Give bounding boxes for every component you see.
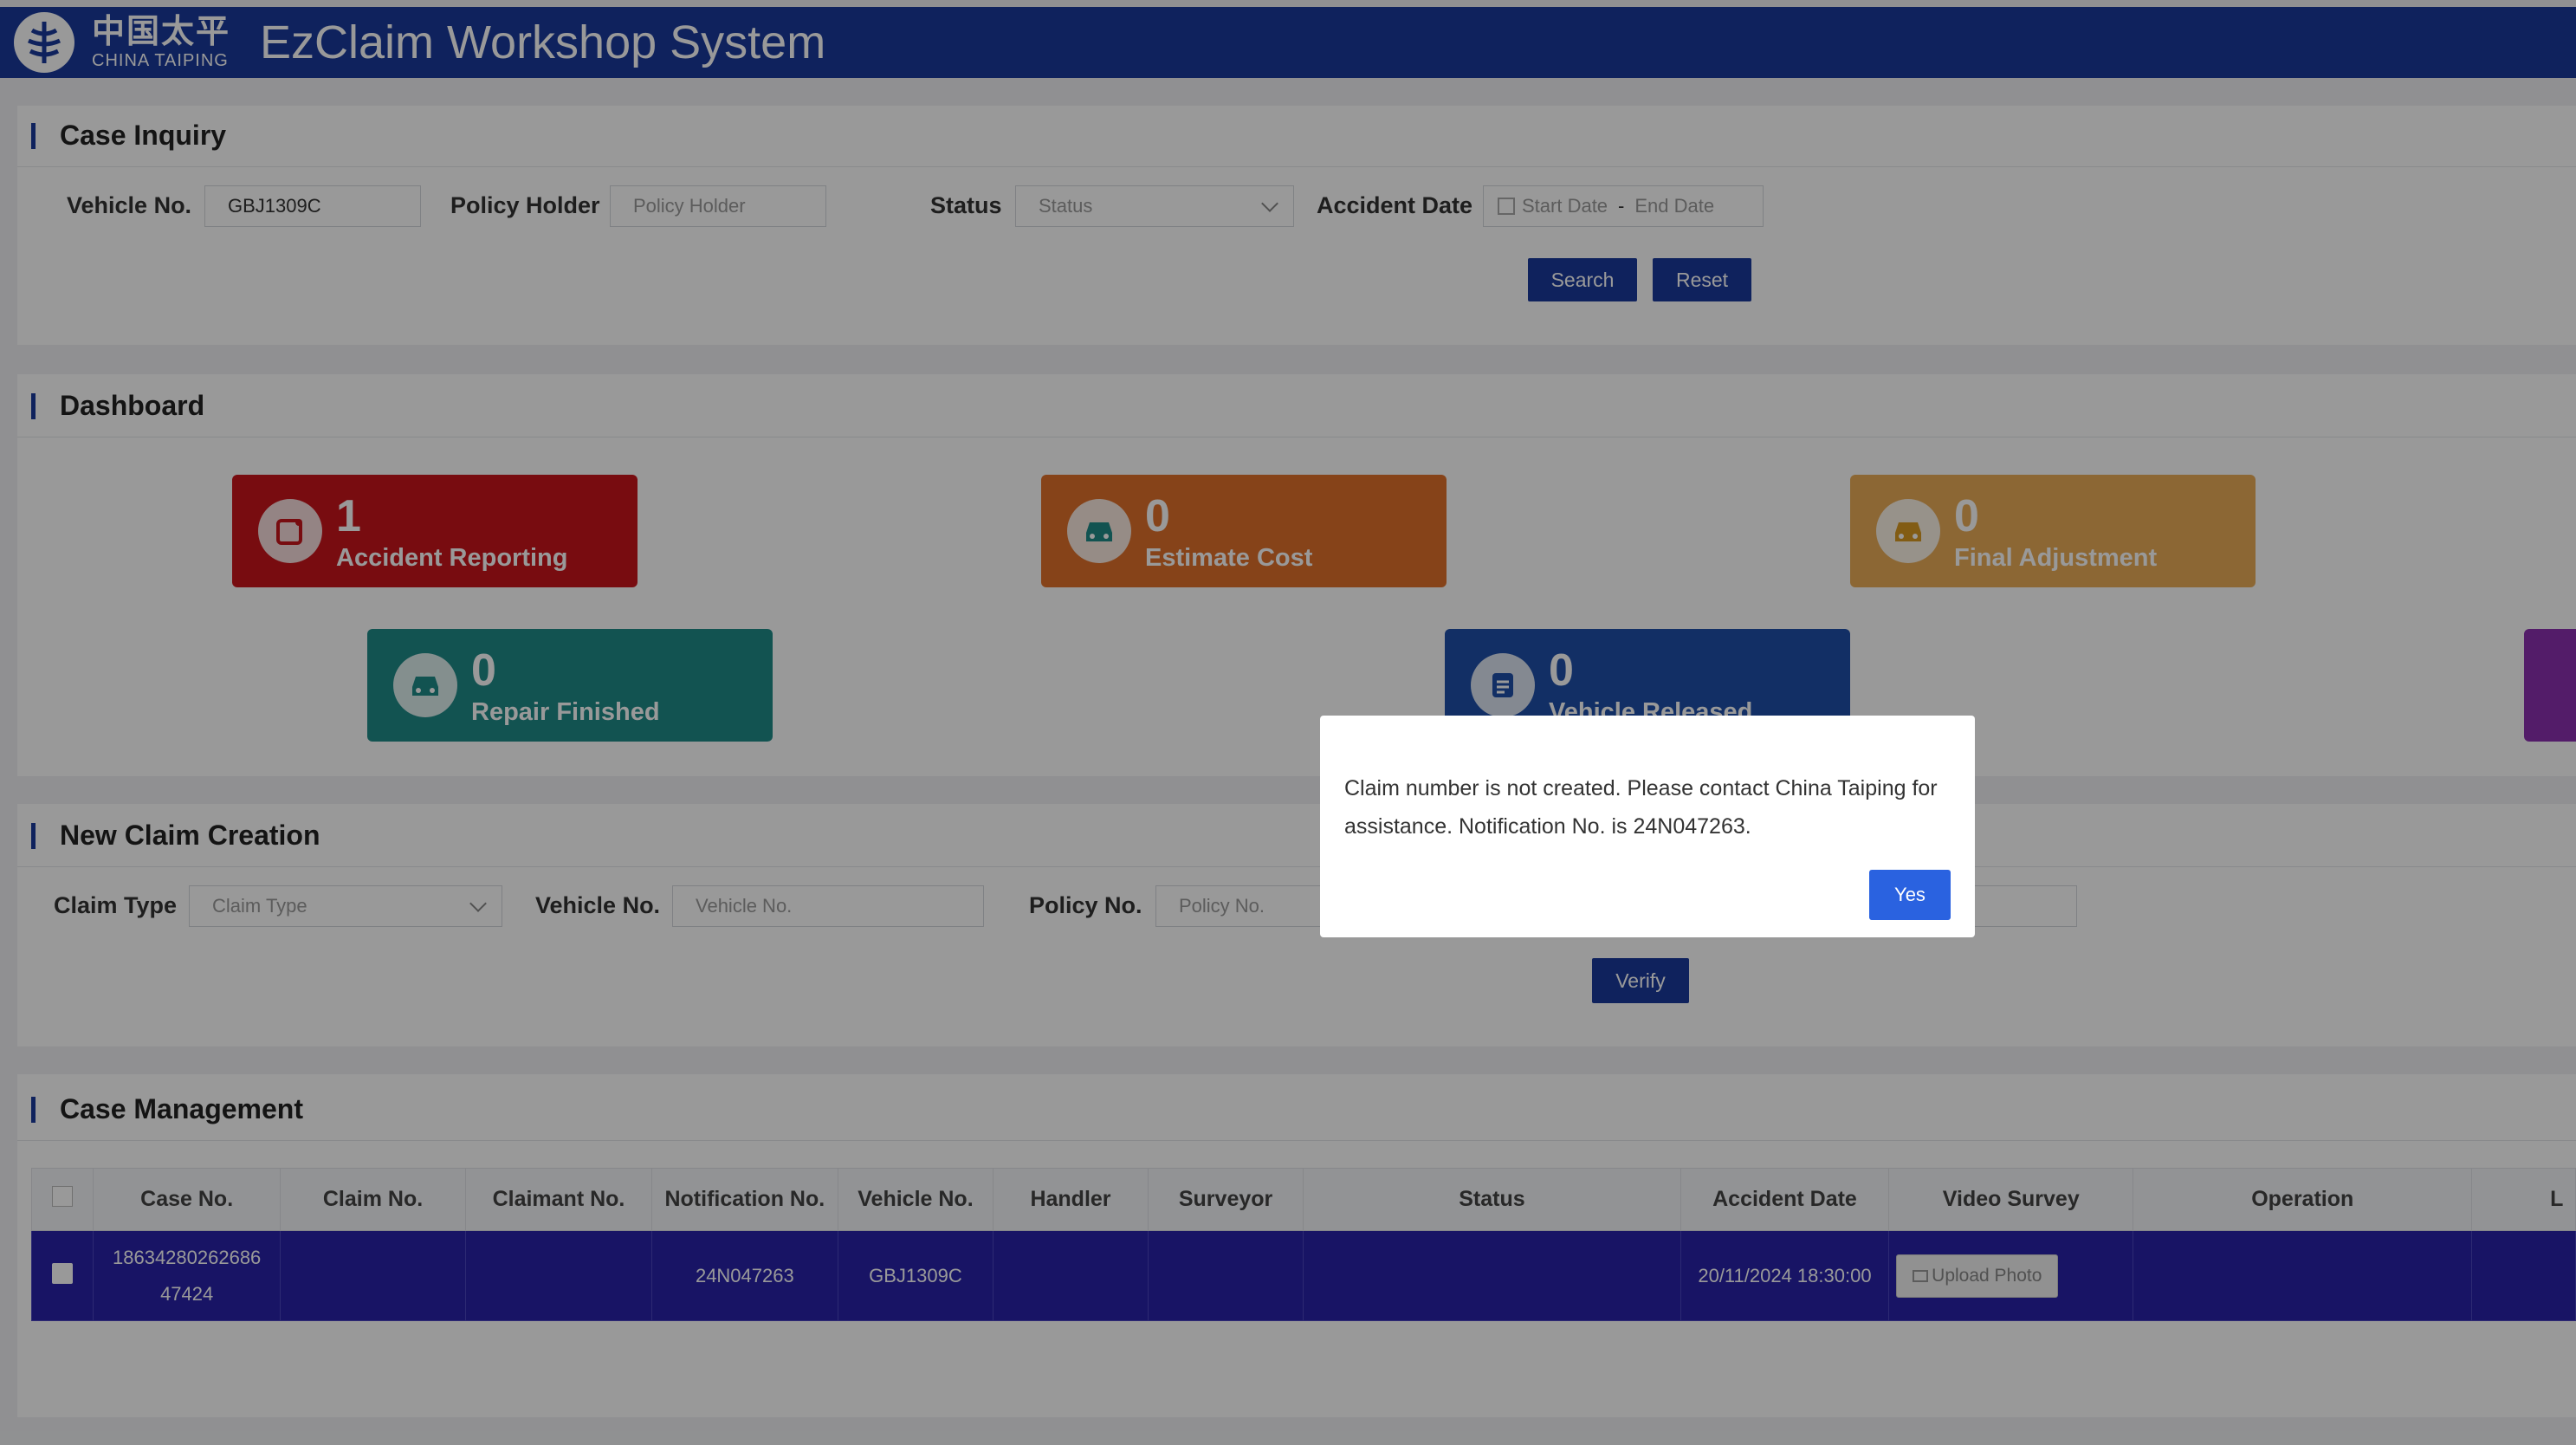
alert-dialog: Claim number is not created. Please cont…: [1320, 716, 1975, 937]
alert-message: Claim number is not created. Please cont…: [1344, 776, 1938, 839]
modal-overlay: [0, 0, 2576, 1445]
yes-button[interactable]: Yes: [1869, 870, 1951, 920]
